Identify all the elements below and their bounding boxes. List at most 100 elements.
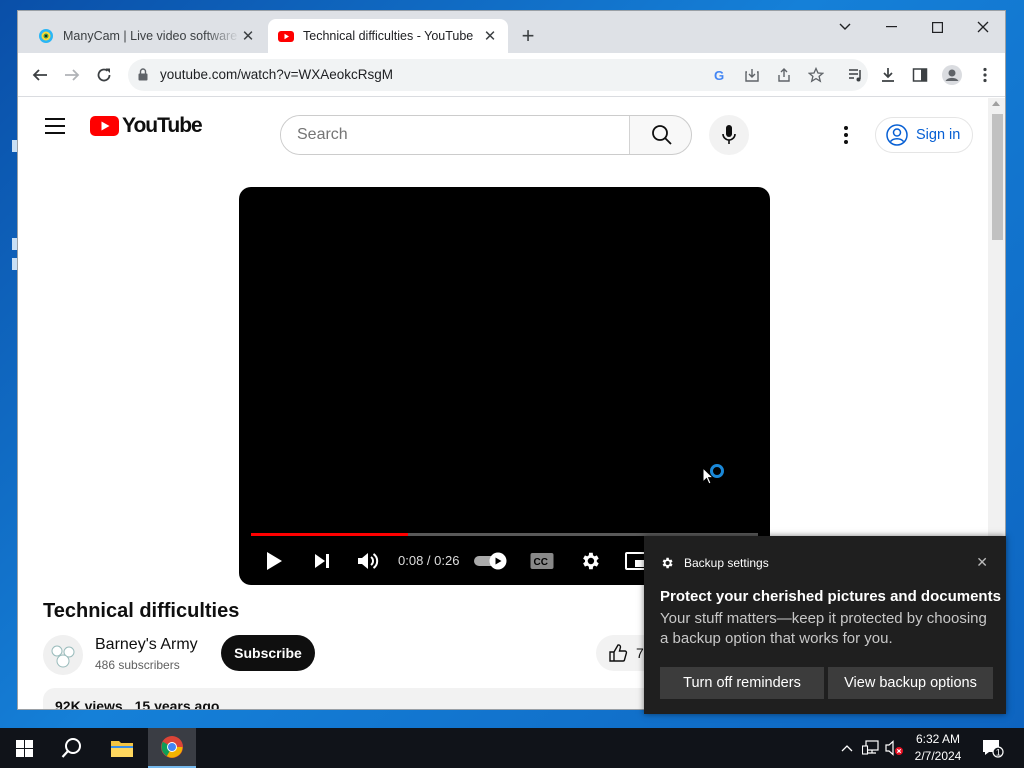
view-count: 92K views [55,698,123,710]
progress-bar-played [251,533,409,536]
clock-time: 6:32 AM [915,732,961,746]
network-icon[interactable] [860,728,882,768]
chrome-menu-icon[interactable] [973,63,997,87]
system-clock[interactable]: 6:32 AM 2/7/2024 [905,731,971,765]
svg-text:CC: CC [534,557,548,568]
close-tab-icon[interactable]: ✕ [482,28,498,45]
search-button[interactable] [629,116,691,154]
search-box [280,115,692,155]
tab-youtube[interactable]: Technical difficulties - YouTube ✕ [268,19,508,53]
voice-search-button[interactable] [709,115,749,155]
notification-count: 1 [996,748,1001,758]
clock-date: 2/7/2024 [914,749,962,763]
browser-toolbar: youtube.com/watch?v=WXAeokcRsgM G [18,53,1005,97]
show-hidden-icons-icon[interactable] [838,728,856,768]
thumbs-up-icon [609,644,628,662]
action-center-button[interactable]: 1 [980,728,1006,768]
google-lens-icon[interactable]: G [711,66,729,84]
downloads-icon[interactable] [876,63,900,87]
media-control-icon[interactable] [844,63,868,87]
view-backup-options-button[interactable]: View backup options [828,667,993,699]
search-icon [651,125,672,145]
new-tab-icon[interactable]: + [516,25,540,49]
mouse-cursor-icon [702,467,714,485]
chrome-taskbar-button[interactable] [148,728,196,768]
like-count: 7 [636,645,644,661]
tab-manycam[interactable]: ManyCam | Live video software & ✕ [28,19,266,53]
notification-app-name: Backup settings [684,556,769,570]
manycam-favicon-icon [39,29,53,43]
notification-headline: Protect your cherished pictures and docu… [660,588,1001,605]
subscribe-button[interactable]: Subscribe [221,635,315,671]
address-bar[interactable]: youtube.com/watch?v=WXAeokcRsgM G [128,59,868,91]
tab-search-icon[interactable] [822,11,868,43]
autoplay-toggle[interactable] [474,547,510,575]
sign-in-label: Sign in [916,127,961,143]
windows-logo-icon [15,739,33,757]
channel-avatar[interactable] [43,635,83,675]
notification-header: Backup settings [660,556,769,570]
account-icon [886,124,908,146]
tab-title: Technical difficulties - YouTube [303,29,474,43]
settings-gear-icon [583,552,599,570]
publish-date: 15 years ago [134,698,220,710]
reload-icon[interactable] [92,63,116,87]
play-button[interactable] [261,547,287,575]
notification-center-icon: 1 [983,740,1004,758]
start-button[interactable] [0,728,48,768]
video-title: Technical difficulties [43,600,240,622]
youtube-logo-text: YouTube [122,114,203,137]
maximize-icon[interactable] [914,11,960,43]
video-player[interactable]: 0:08 / 0:26 CC [239,187,770,585]
backup-notification: Backup settings ✕ Protect your cherished… [644,536,1006,714]
chrome-icon [161,736,183,758]
back-icon[interactable] [28,63,52,87]
minimize-icon[interactable] [868,11,914,43]
captions-icon: CC [530,553,554,569]
svg-text:G: G [713,68,723,83]
youtube-favicon-icon [278,31,294,42]
search-input[interactable] [281,116,629,154]
turn-off-reminders-button[interactable]: Turn off reminders [660,667,824,699]
url-text: youtube.com/watch?v=WXAeokcRsgM [160,67,393,82]
scrollbar-thumb[interactable] [992,114,1003,240]
time-display: 0:08 / 0:26 [398,553,460,568]
play-icon [267,552,282,570]
volume-icon [358,553,379,569]
folder-icon [111,741,133,757]
captions-button[interactable]: CC [529,547,555,575]
settings-gear-icon [662,557,673,569]
sign-in-button[interactable]: Sign in [875,117,973,153]
more-options-icon[interactable] [836,120,856,150]
bookmark-star-icon[interactable] [807,66,825,84]
channel-name[interactable]: Barney's Army [95,636,198,654]
youtube-logo-icon [90,116,119,136]
close-window-icon[interactable] [960,11,1005,43]
scroll-up-icon[interactable] [992,101,1000,106]
microphone-icon [722,125,736,144]
description-box[interactable]: 92K views 15 years ago [43,688,683,710]
close-tab-icon[interactable]: ✕ [240,28,256,45]
tab-title: ManyCam | Live video software & [63,29,240,43]
share-icon[interactable] [775,66,793,84]
file-explorer-button[interactable] [98,728,146,768]
settings-button[interactable] [577,547,603,575]
taskbar-search-button[interactable] [48,728,96,768]
taskbar: 6:32 AM 2/7/2024 1 [0,728,1024,768]
install-app-icon[interactable] [743,66,761,84]
close-notification-icon[interactable]: ✕ [976,554,988,571]
forward-icon[interactable] [60,63,84,87]
hamburger-menu-icon[interactable] [45,118,65,134]
volume-muted-icon[interactable] [884,728,906,768]
side-panel-icon[interactable] [908,63,932,87]
youtube-logo[interactable]: YouTube [90,114,203,138]
next-button[interactable] [309,547,335,575]
tab-strip: ManyCam | Live video software & ✕ Techni… [18,11,1005,53]
search-icon [61,738,81,758]
lock-icon[interactable] [138,68,148,81]
profile-icon[interactable] [940,63,964,87]
subscriber-count: 486 subscribers [95,658,180,672]
mute-button[interactable] [355,547,381,575]
autoplay-toggle-icon [474,552,507,570]
next-icon [315,554,329,568]
